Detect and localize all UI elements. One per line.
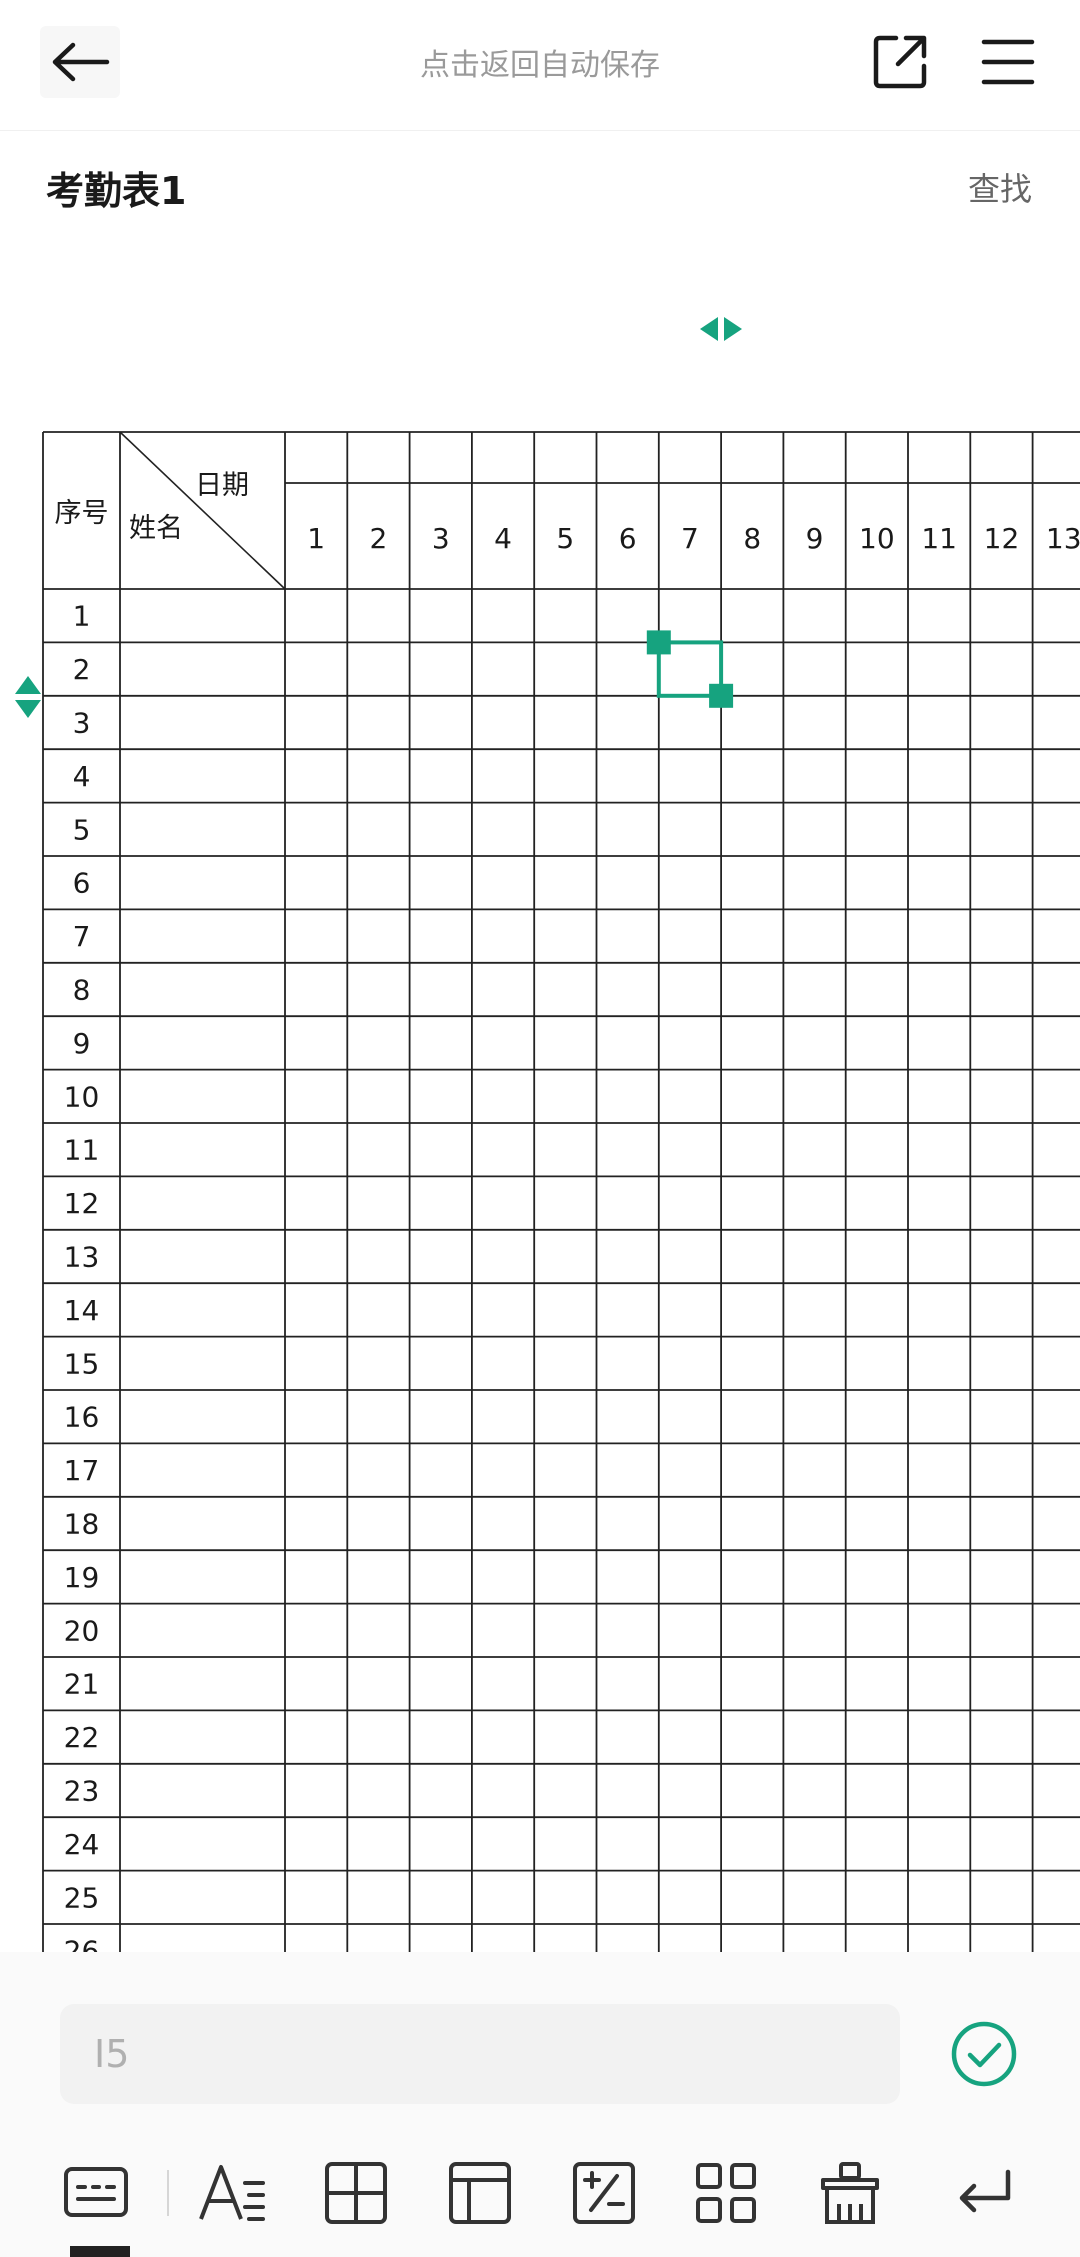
day-column-header: 10 [859,522,895,555]
keyboard-button[interactable] [60,2157,132,2229]
row-number: 11 [64,1134,100,1167]
row-number: 13 [64,1241,100,1274]
table-layout-button[interactable] [444,2157,516,2229]
bottom-panel [0,1952,1080,2257]
clear-format-icon [821,2162,879,2224]
row-number: 6 [73,867,91,900]
find-button[interactable]: 查找 [968,164,1032,210]
share-icon [873,35,927,89]
row-number: 25 [64,1881,100,1914]
document-title: 考勤表1 [46,169,187,213]
cell-border-button[interactable] [320,2157,392,2229]
header-name-label: 姓名 [129,513,183,544]
keyboard-icon [64,2167,128,2217]
text-format-button[interactable] [196,2157,268,2229]
day-column-header: 12 [984,522,1020,555]
row-number: 4 [73,760,91,793]
toolbar-divider [167,2170,169,2216]
row-number: 15 [64,1347,100,1380]
day-column-header: 4 [494,522,512,555]
column-resize-handle[interactable] [696,314,746,344]
day-column-header: 11 [921,522,957,555]
row-number: 17 [64,1454,100,1487]
cell-border-icon [325,2162,387,2224]
grid-canvas: 序号日期姓名 1 2 3 4 5 6 7 8 9 10 11 12 1312345678910111213… [42,431,1080,1952]
row-number: 24 [64,1828,100,1861]
apps-button[interactable] [690,2157,762,2229]
row-number: 8 [73,974,91,1007]
tab-indicator [70,2246,130,2257]
selection-handle-start [646,630,671,655]
check-circle-icon [951,2021,1017,2087]
day-column-header: 2 [370,522,388,555]
header-diagonal-line [119,431,286,590]
header-seq-label: 序号 [55,498,109,529]
clear-format-button[interactable] [814,2157,886,2229]
row-number: 26 [64,1935,100,1952]
horizontal-arrows-icon [700,317,742,341]
text-format-icon [199,2165,265,2221]
table-layout-icon [449,2162,511,2224]
selection-handle-end [709,683,734,708]
confirm-button[interactable] [950,2020,1018,2088]
formula-icon [573,2162,635,2224]
row-number: 21 [64,1668,100,1701]
day-column-header: 3 [432,522,450,555]
day-column-header: 8 [743,522,761,555]
row-number: 18 [64,1508,100,1541]
arrow-left-icon [52,42,110,82]
row-number: 19 [64,1561,100,1594]
day-column-header: 6 [619,522,637,555]
formula-button[interactable] [568,2157,640,2229]
menu-icon [981,39,1035,85]
row-number: 12 [64,1187,100,1220]
row-number: 5 [73,813,91,846]
menu-button[interactable] [980,34,1036,90]
spreadsheet-grid[interactable]: 序号 日期 姓名 1 2 3 4 5 6 7 8 9 10 11 12 13 1 2 3 4 5 6 7 8 9 10 11 12 13… [0,430,1080,1952]
row-number: 23 [64,1775,100,1808]
row-number: 14 [64,1294,100,1327]
row-number: 22 [64,1721,100,1754]
grid-apps-icon [696,2163,756,2223]
share-button[interactable] [868,30,932,94]
row-number: 10 [64,1080,100,1113]
back-button[interactable] [40,26,120,98]
enter-icon [959,2169,1011,2213]
day-column-header: 13 [1046,522,1080,555]
formula-input[interactable] [60,2004,900,2104]
auto-save-hint: 点击返回自动保存 [420,48,660,83]
day-column-header: 7 [681,522,699,555]
enter-button[interactable] [948,2157,1020,2229]
day-column-header: 1 [307,522,325,555]
row-number: 7 [73,920,91,953]
day-column-header: 5 [556,522,574,555]
row-number: 2 [73,653,91,686]
row-number: 16 [64,1401,100,1434]
day-column-header: 9 [806,522,824,555]
row-number: 9 [73,1027,91,1060]
row-number: 1 [73,600,91,633]
row-number: 3 [73,707,91,740]
row-number: 20 [64,1614,100,1647]
header-date-label: 日期 [195,470,249,501]
